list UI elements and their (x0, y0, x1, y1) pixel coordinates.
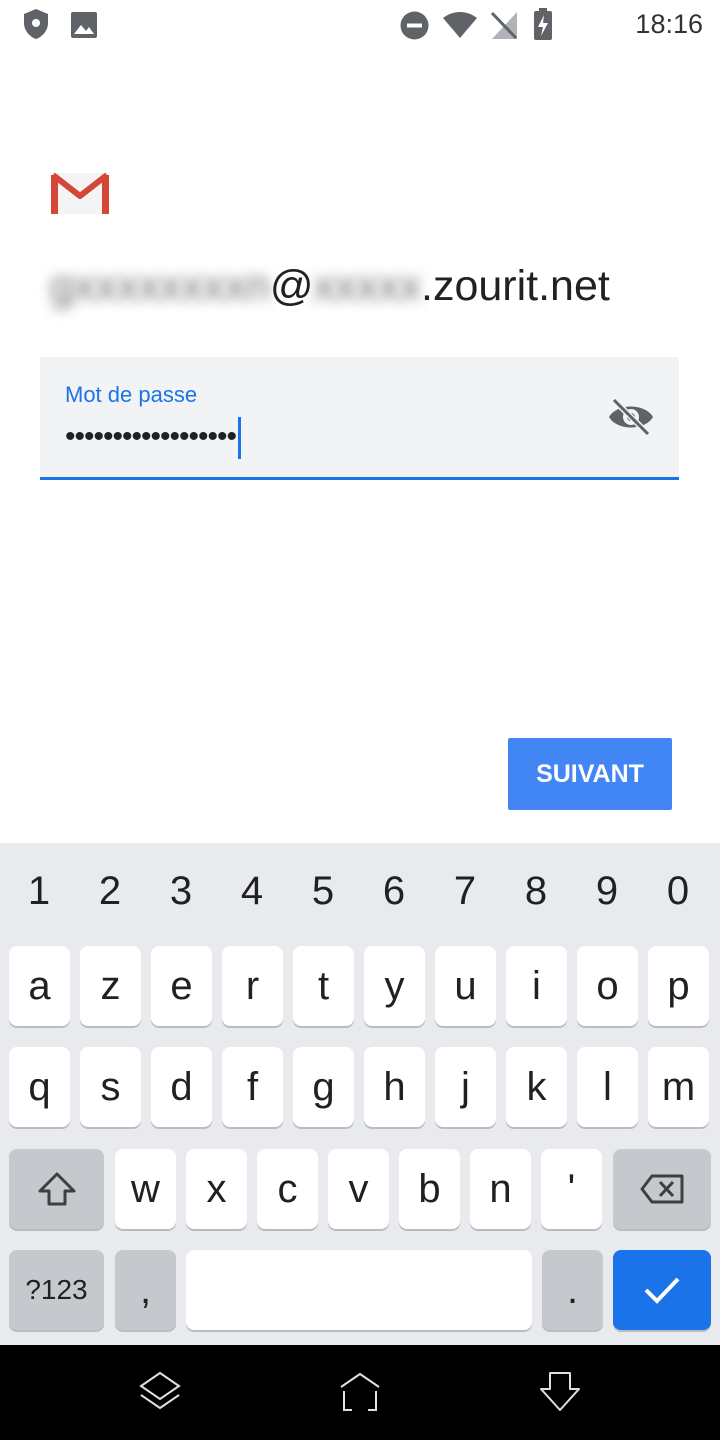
letter-key[interactable]: f (222, 1047, 283, 1127)
next-button[interactable]: SUIVANT (508, 738, 672, 810)
letter-key[interactable]: e (151, 946, 212, 1026)
password-input[interactable]: •••••••••••••••••• (65, 417, 242, 460)
number-key[interactable]: 7 (435, 869, 495, 914)
shield-icon (22, 8, 50, 45)
email-domain-blurred: xxxxx (313, 262, 422, 310)
letter-key[interactable]: z (80, 946, 141, 1026)
letter-key[interactable]: b (399, 1149, 460, 1229)
number-key[interactable]: 9 (577, 869, 637, 914)
back-icon[interactable] (537, 1369, 583, 1415)
backspace-key[interactable] (613, 1149, 711, 1229)
gmail-logo (49, 170, 111, 216)
email-user-blurred: gxxxxxxxxn (50, 262, 270, 310)
text-caret (238, 417, 242, 460)
letter-key[interactable]: y (364, 946, 425, 1026)
image-icon (70, 11, 98, 44)
letter-key[interactable]: o (577, 946, 638, 1026)
soft-keyboard: 1234567890 azertyuiop qsdfghjklm w x c v b n '… (0, 843, 720, 1345)
letter-key[interactable]: p (648, 946, 709, 1026)
enter-key[interactable] (613, 1250, 711, 1330)
password-field[interactable]: Mot de passe •••••••••••••••••• (40, 357, 679, 480)
email-at: @ (269, 262, 314, 310)
login-screen: 18:16 gxxxxxxxxn@xxxxx.zourit.net Mot de… (0, 0, 720, 1440)
number-key[interactable]: 8 (506, 869, 566, 914)
letter-key[interactable]: l (577, 1047, 638, 1127)
email-domain-visible: .zourit.net (421, 262, 610, 310)
backspace-icon (640, 1174, 684, 1204)
letter-key[interactable]: u (435, 946, 496, 1026)
number-key[interactable]: 4 (222, 869, 282, 914)
comma-key[interactable]: , (115, 1250, 176, 1330)
letter-key[interactable]: q (9, 1047, 70, 1127)
number-key[interactable]: 3 (151, 869, 211, 914)
number-key[interactable]: 1 (9, 869, 69, 914)
number-key[interactable]: 5 (293, 869, 353, 914)
status-time: 18:16 (635, 9, 703, 39)
letter-key[interactable]: w (115, 1149, 176, 1229)
space-key[interactable] (186, 1250, 532, 1330)
period-key[interactable]: . (542, 1250, 603, 1330)
letter-key[interactable]: i (506, 946, 567, 1026)
letter-key[interactable]: r (222, 946, 283, 1026)
letter-key[interactable]: n (470, 1149, 531, 1229)
letter-key[interactable]: h (364, 1047, 425, 1127)
letter-key[interactable]: x (186, 1149, 247, 1229)
letter-key[interactable]: d (151, 1047, 212, 1127)
number-key[interactable]: 0 (648, 869, 708, 914)
letter-key[interactable]: v (328, 1149, 389, 1229)
letter-key[interactable]: a (9, 946, 70, 1026)
letter-key[interactable]: m (648, 1047, 709, 1127)
password-masked-value: •••••••••••••••••• (65, 420, 237, 453)
symbols-key[interactable]: ?123 (9, 1250, 104, 1330)
letter-key[interactable]: ' (541, 1149, 602, 1229)
letter-key[interactable]: t (293, 946, 354, 1026)
visibility-off-icon[interactable] (607, 396, 655, 438)
password-label: Mot de passe (65, 382, 198, 407)
no-signal-icon (490, 10, 518, 45)
letter-key[interactable]: g (293, 1047, 354, 1127)
number-key[interactable]: 2 (80, 869, 140, 914)
letter-key[interactable]: s (80, 1047, 141, 1127)
number-key[interactable]: 6 (364, 869, 424, 914)
letter-key[interactable]: k (506, 1047, 567, 1127)
do-not-disturb-icon (400, 11, 429, 45)
shift-icon (38, 1172, 75, 1206)
recent-apps-icon[interactable] (137, 1369, 183, 1415)
account-email: gxxxxxxxxn@xxxxx.zourit.net (50, 262, 610, 311)
checkmark-icon (644, 1277, 680, 1304)
letter-key[interactable]: j (435, 1047, 496, 1127)
navigation-bar (0, 1345, 720, 1440)
battery-charging-icon (533, 8, 553, 46)
letter-key[interactable]: c (257, 1149, 318, 1229)
home-icon[interactable] (337, 1369, 383, 1415)
shift-key[interactable] (9, 1149, 104, 1229)
keyboard-number-row: 1234567890 (0, 843, 720, 943)
status-bar: 18:16 (0, 0, 720, 50)
wifi-icon (442, 12, 478, 44)
